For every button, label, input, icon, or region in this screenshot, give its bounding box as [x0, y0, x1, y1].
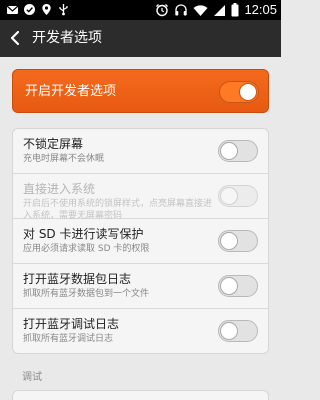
toggle-knob [220, 232, 238, 250]
setting-bluetooth-hci-log[interactable]: 打开蓝牙数据包日志 抓取所有蓝牙数据包到一个文件 [13, 264, 268, 309]
debug-settings-card [12, 390, 269, 400]
bluetooth-debug-log-toggle[interactable] [218, 320, 258, 342]
developer-options-master-toggle[interactable] [219, 81, 259, 103]
back-arrow-icon[interactable] [8, 30, 24, 46]
bluetooth-hci-log-toggle[interactable] [218, 275, 258, 297]
wifi-icon [193, 4, 208, 16]
setting-direct-boot: 直接进入系统 开启后不使用系统的锁屏样式，点亮屏幕直接进入系统，需要无屏幕密码 [13, 174, 268, 221]
setting-subtitle: 应用必须请求读取 SD 卡的权限 [23, 244, 150, 254]
setting-bluetooth-debug-log[interactable]: 打开蓝牙调试日志 抓取所有蓝牙调试日志 [13, 309, 268, 354]
developer-options-master-label: 开启开发者选项 [25, 84, 117, 99]
status-bar: 12:05 [0, 0, 281, 20]
setting-title: 打开蓝牙数据包日志 [23, 272, 132, 286]
toggle-knob [220, 142, 238, 160]
setting-title: 不锁定屏幕 [23, 137, 84, 151]
setting-stay-awake[interactable]: 不锁定屏幕 充电时屏幕不会休眠 [13, 129, 268, 174]
headset-icon [175, 4, 188, 16]
setting-title: 对 SD 卡进行读写保护 [23, 227, 144, 241]
signal-icon [214, 4, 226, 16]
setting-title: 直接进入系统 [23, 182, 96, 196]
action-bar: 开发者选项 [0, 20, 281, 57]
alarm-icon [156, 4, 169, 17]
toggle-knob [220, 322, 238, 340]
setting-title: 打开蓝牙调试日志 [23, 317, 120, 331]
clock: 12:05 [244, 2, 277, 17]
toggle-knob [220, 277, 238, 295]
location-icon [42, 4, 51, 15]
stay-awake-toggle[interactable] [218, 140, 258, 162]
setting-subtitle: 抓取所有蓝牙调试日志 [23, 334, 114, 344]
section-header-debug: 调试 [22, 372, 42, 383]
usb-icon [59, 4, 68, 16]
mail-icon [6, 5, 19, 14]
setting-sd-card-protect[interactable]: 对 SD 卡进行读写保护 应用必须请求读取 SD 卡的权限 [13, 219, 268, 264]
settings-card: 不锁定屏幕 充电时屏幕不会休眠 直接进入系统 开启后不使用系统的锁屏样式，点亮屏… [12, 128, 269, 354]
notification-icons [6, 3, 70, 16]
setting-subtitle: 抓取所有蓝牙数据包到一个文件 [23, 289, 150, 299]
setting-subtitle: 充电时屏幕不会休眠 [23, 154, 105, 164]
page-title: 开发者选项 [32, 30, 102, 46]
toggle-knob [220, 187, 238, 205]
battery-icon [231, 3, 239, 17]
toggle-knob [239, 83, 257, 101]
check-shield-icon [24, 4, 35, 15]
developer-options-master-card[interactable]: 开启开发者选项 [12, 69, 269, 113]
system-icons: 12:05 [155, 2, 277, 18]
direct-boot-toggle [218, 185, 258, 207]
sd-card-protect-toggle[interactable] [218, 230, 258, 252]
